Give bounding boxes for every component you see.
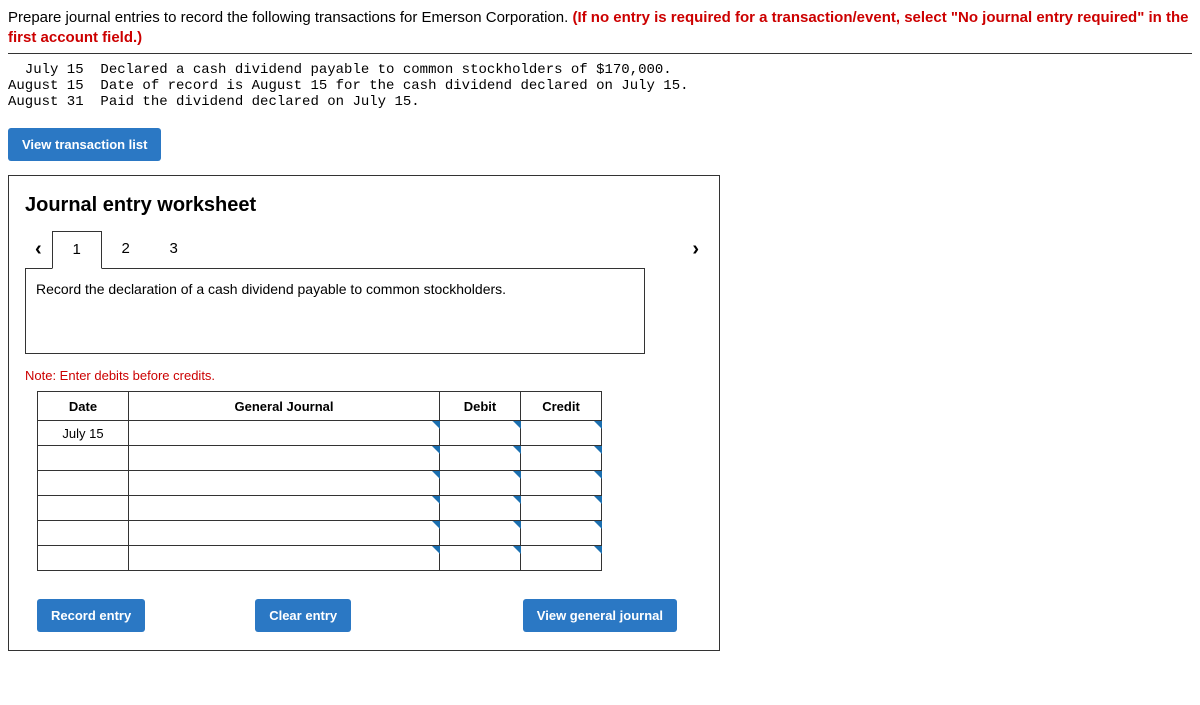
cell-debit[interactable] xyxy=(440,546,521,571)
cell-account[interactable] xyxy=(129,446,440,471)
tab-3[interactable]: 3 xyxy=(150,231,198,267)
cell-credit[interactable] xyxy=(521,496,602,521)
tab-row: ‹ 1 2 3 › xyxy=(25,229,703,269)
cell-debit[interactable] xyxy=(440,496,521,521)
view-general-journal-button[interactable]: View general journal xyxy=(523,599,677,632)
cell-account[interactable] xyxy=(129,521,440,546)
tab-2[interactable]: 2 xyxy=(102,231,150,267)
cell-account[interactable] xyxy=(129,421,440,446)
cell-credit[interactable] xyxy=(521,546,602,571)
header-credit: Credit xyxy=(521,392,602,421)
header-general-journal: General Journal xyxy=(129,392,440,421)
cell-date[interactable] xyxy=(38,446,129,471)
note-text: Note: Enter debits before credits. xyxy=(25,368,703,383)
cell-account[interactable] xyxy=(129,471,440,496)
cell-date[interactable] xyxy=(38,471,129,496)
divider xyxy=(8,53,1192,54)
cell-debit[interactable] xyxy=(440,471,521,496)
cell-debit[interactable] xyxy=(440,521,521,546)
journal-worksheet: Journal entry worksheet ‹ 1 2 3 › Record… xyxy=(8,175,720,651)
cell-credit[interactable] xyxy=(521,521,602,546)
tab-1[interactable]: 1 xyxy=(52,231,102,269)
cell-account[interactable] xyxy=(129,496,440,521)
table-row xyxy=(38,446,602,471)
table-header-row: Date General Journal Debit Credit xyxy=(38,392,602,421)
cell-debit[interactable] xyxy=(440,446,521,471)
cell-date[interactable] xyxy=(38,546,129,571)
table-row: July 15 xyxy=(38,421,602,446)
journal-table: Date General Journal Debit Credit July 1… xyxy=(37,391,602,571)
chevron-left-icon[interactable]: ‹ xyxy=(25,238,52,261)
view-transaction-list-button[interactable]: View transaction list xyxy=(8,128,161,161)
clear-entry-button[interactable]: Clear entry xyxy=(255,599,351,632)
entry-description: Record the declaration of a cash dividen… xyxy=(25,268,645,354)
cell-credit[interactable] xyxy=(521,446,602,471)
cell-account[interactable] xyxy=(129,546,440,571)
cell-date[interactable] xyxy=(38,496,129,521)
record-entry-button[interactable]: Record entry xyxy=(37,599,145,632)
cell-debit[interactable] xyxy=(440,421,521,446)
table-row xyxy=(38,521,602,546)
table-row xyxy=(38,471,602,496)
cell-credit[interactable] xyxy=(521,471,602,496)
table-row xyxy=(38,546,602,571)
cell-credit[interactable] xyxy=(521,421,602,446)
table-row xyxy=(38,496,602,521)
cell-date[interactable]: July 15 xyxy=(38,421,129,446)
header-debit: Debit xyxy=(440,392,521,421)
instruction-text: Prepare journal entries to record the fo… xyxy=(8,8,1192,47)
worksheet-title: Journal entry worksheet xyxy=(25,194,703,217)
button-row: Record entry Clear entry View general jo… xyxy=(37,599,677,632)
header-date: Date xyxy=(38,392,129,421)
instruction-black: Prepare journal entries to record the fo… xyxy=(8,9,572,26)
cell-date[interactable] xyxy=(38,521,129,546)
transaction-list-text: July 15 Declared a cash dividend payable… xyxy=(8,62,1192,110)
chevron-right-icon[interactable]: › xyxy=(682,238,709,261)
